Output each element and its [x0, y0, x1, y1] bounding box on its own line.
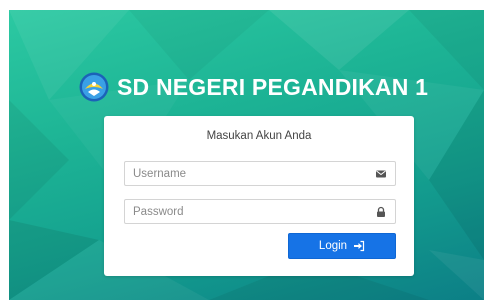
school-title: SD NEGERI PEGANDIKAN 1	[117, 73, 429, 100]
login-heading: Masukan Akun Anda	[206, 130, 312, 142]
password-input[interactable]	[125, 200, 360, 223]
login-button[interactable]: Login	[288, 233, 396, 259]
lock-icon	[377, 206, 385, 217]
tut-wuri-handayani-logo-icon	[79, 72, 109, 102]
envelope-icon	[376, 170, 386, 178]
login-card: Masukan Akun Anda Login	[104, 116, 414, 276]
login-page: SD NEGERI PEGANDIKAN 1 Masukan Akun Anda…	[0, 0, 492, 306]
username-input[interactable]	[125, 162, 360, 185]
password-field[interactable]	[124, 199, 396, 224]
username-field[interactable]	[124, 161, 396, 186]
brand-header: SD NEGERI PEGANDIKAN 1	[79, 72, 428, 102]
sign-in-icon	[354, 240, 365, 252]
login-button-label: Login	[318, 240, 348, 252]
